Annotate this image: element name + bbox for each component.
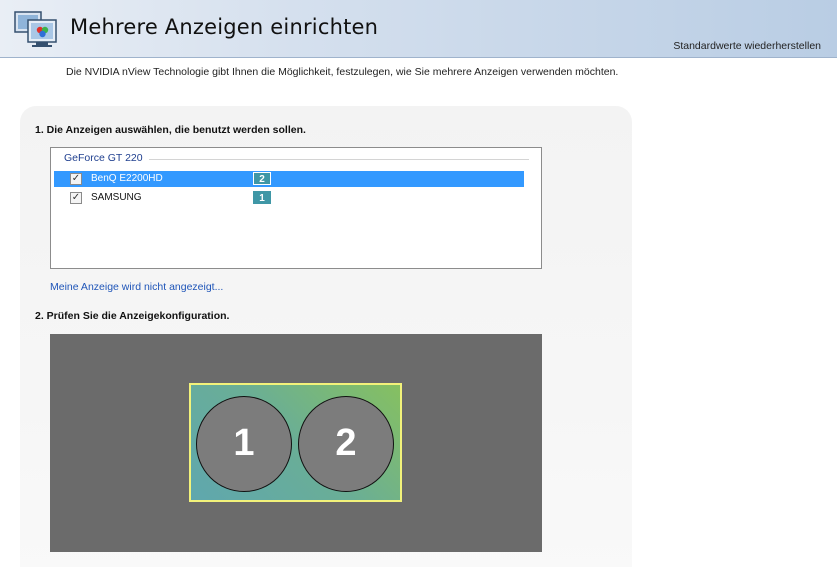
gpu-group-label: GeForce GT 220 bbox=[64, 152, 149, 164]
display-number-badge: 2 bbox=[253, 172, 271, 185]
multi-display-icon bbox=[14, 11, 57, 47]
display-selection-list[interactable]: GeForce GT 220 ✓ BenQ E2200HD 2 ✓ SAMSUN… bbox=[50, 147, 542, 269]
display-name: SAMSUNG bbox=[91, 192, 142, 203]
restore-defaults-link[interactable]: Standardwerte wiederherstellen bbox=[673, 40, 821, 52]
display-name: BenQ E2200HD bbox=[91, 173, 163, 184]
desktop-layout-box[interactable]: 1 2 bbox=[189, 383, 402, 502]
gpu-group-divider bbox=[149, 159, 529, 160]
monitor-2[interactable]: 2 bbox=[298, 396, 394, 492]
display-arrangement-area[interactable]: 1 2 bbox=[50, 334, 542, 552]
display-not-shown-link[interactable]: Meine Anzeige wird nicht angezeigt... bbox=[50, 281, 223, 293]
monitor-1[interactable]: 1 bbox=[196, 396, 292, 492]
step2-heading: 2. Prüfen Sie die Anzeigekonfiguration. bbox=[35, 310, 230, 322]
page-header: Mehrere Anzeigen einrichten Standardwert… bbox=[0, 0, 837, 58]
page-title: Mehrere Anzeigen einrichten bbox=[70, 15, 379, 39]
page-description: Die NVIDIA nView Technologie gibt Ihnen … bbox=[66, 66, 619, 78]
display-item-samsung[interactable]: ✓ SAMSUNG 1 bbox=[54, 190, 524, 206]
display-item-benq[interactable]: ✓ BenQ E2200HD 2 bbox=[54, 171, 524, 187]
display-checkbox[interactable]: ✓ bbox=[70, 192, 82, 204]
step1-heading: 1. Die Anzeigen auswählen, die benutzt w… bbox=[35, 124, 306, 136]
display-checkbox[interactable]: ✓ bbox=[70, 173, 82, 185]
display-number-badge: 1 bbox=[253, 191, 271, 204]
